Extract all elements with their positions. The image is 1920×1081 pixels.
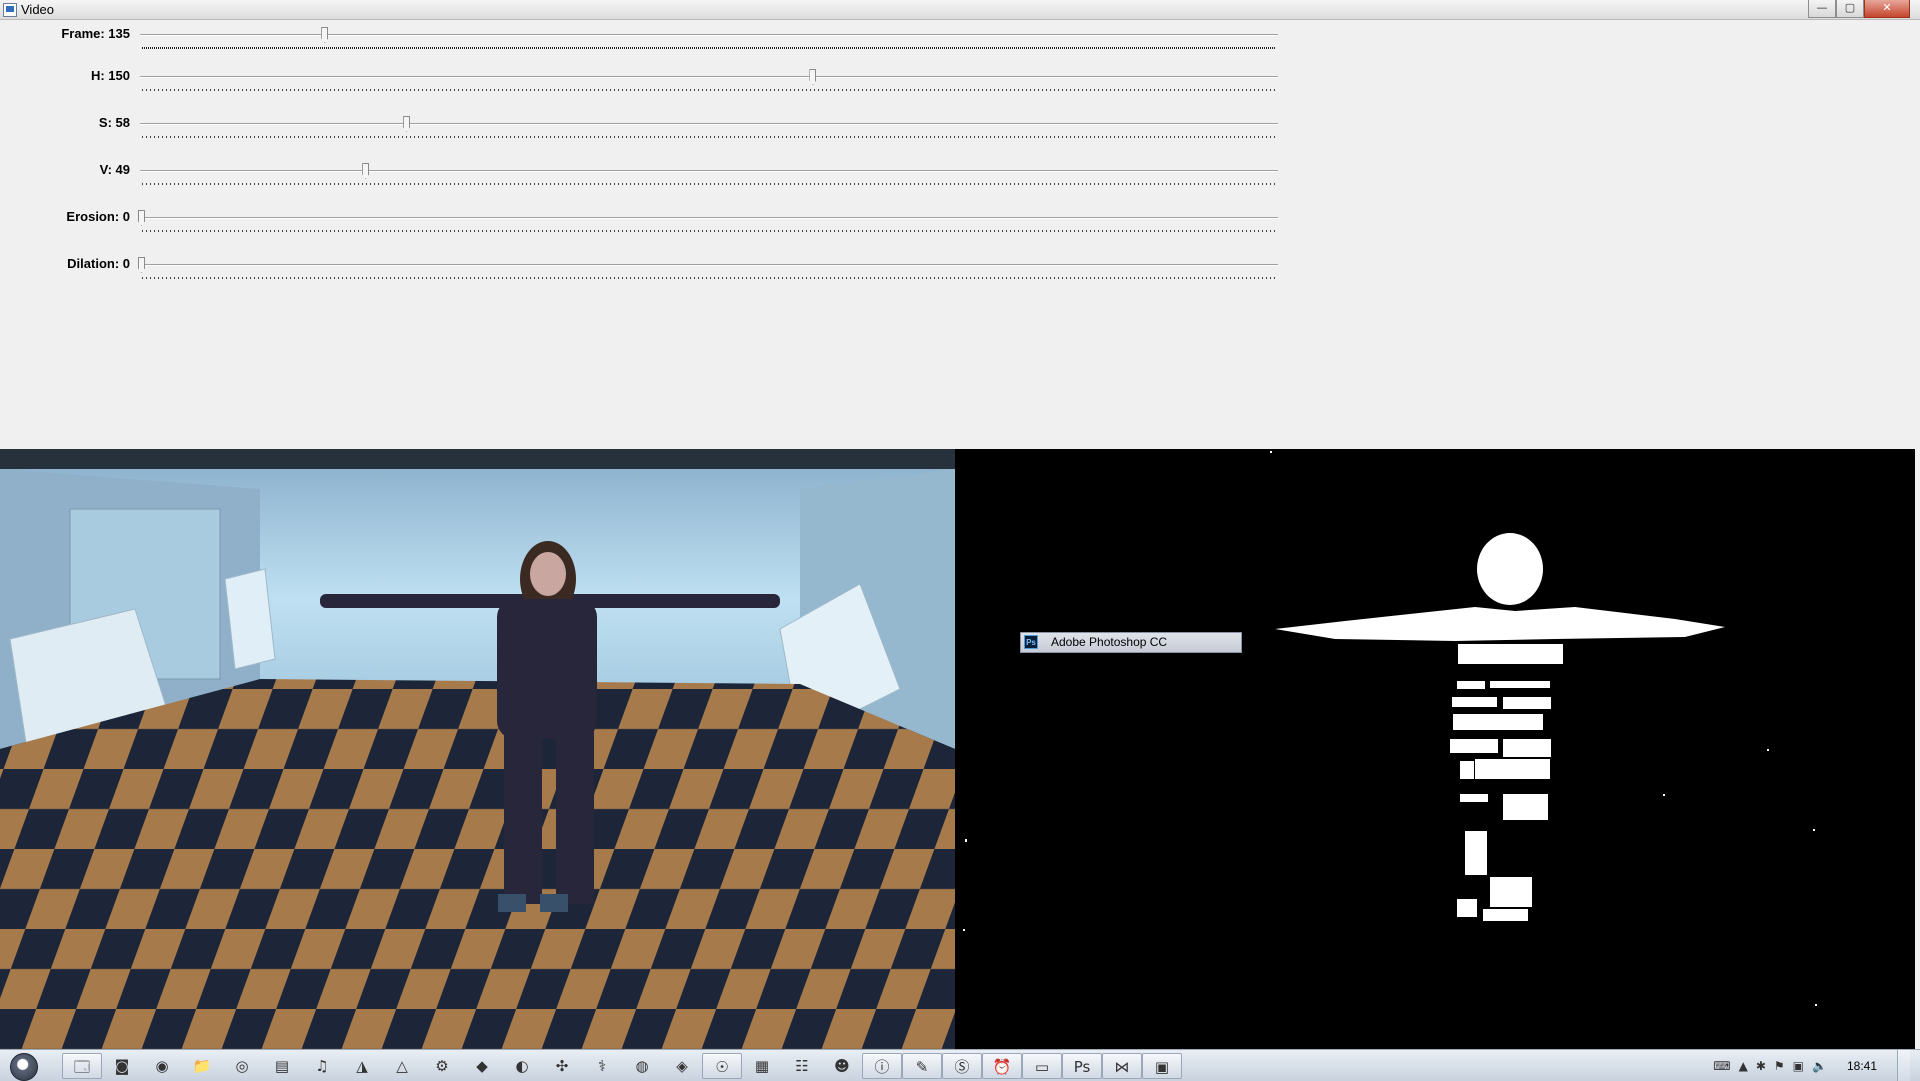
game-icon[interactable]: ☻ [822,1053,862,1079]
volume-icon[interactable]: 🔈 [1812,1059,1827,1073]
camera-frame-image [0,449,955,1049]
calculator-icon[interactable]: ▦ [742,1053,782,1079]
trackbar-ticks [142,136,1276,138]
outlook-icon[interactable]: ◙ [102,1053,142,1079]
visual-studio-icon[interactable]: ⋈ [1102,1053,1142,1079]
trackbar-label: S: 58 [98,115,130,130]
info-icon[interactable]: ⓘ [862,1053,902,1079]
trackbar-thumb[interactable] [138,257,145,273]
taskbar-pinned-apps: 🗔 ◙ ◉ 📁 ◎ ▤ ♫ ◮ △ ⚙ ◆ ◐ ✣ ⚕ ◍ ◈ ☉ ▦ ☷ ☻ … [62,1053,1182,1079]
vlc-icon[interactable]: △ [382,1053,422,1079]
steam-icon[interactable]: ☉ [702,1053,742,1079]
mask-drawing [955,449,1915,1049]
window-controls: — ▢ ✕ [1808,0,1910,18]
trackbar-s: S: 58 [0,115,1290,145]
minimize-button[interactable]: — [1808,0,1836,18]
trackbar-ticks [142,277,1276,279]
trackbar-dilation: Dilation: 0 [0,256,1290,286]
trackbar-erosion: Erosion: 0 [0,209,1290,239]
gamepad-icon[interactable]: ☷ [782,1053,822,1079]
threshold-mask-image [955,449,1915,1049]
puzzle-icon[interactable]: ✣ [542,1053,582,1079]
messenger-icon[interactable]: ◉ [142,1053,182,1079]
thumbnail-title: Adobe Photoshop CC [1051,635,1168,649]
window-edge [1915,449,1920,1049]
window-title: Video [21,2,55,17]
bluetooth-icon[interactable]: ✱ [1756,1059,1766,1073]
notepad-icon[interactable]: ▤ [262,1053,302,1079]
close-button[interactable]: ✕ [1864,0,1910,18]
trackbar-track[interactable] [138,257,1278,273]
paint-icon[interactable]: ✎ [902,1053,942,1079]
spotify-icon[interactable]: ♫ [302,1053,342,1079]
chrome-icon[interactable]: ◎ [222,1053,262,1079]
taskbar: 🗔 ◙ ◉ 📁 ◎ ▤ ♫ ◮ △ ⚙ ◆ ◐ ✣ ⚕ ◍ ◈ ☉ ▦ ☷ ☻ … [0,1049,1920,1081]
unity-icon[interactable]: ◈ [662,1053,702,1079]
trackbar-ticks [142,47,1276,49]
trackbar-thumb[interactable] [403,116,411,132]
clock[interactable]: 18:41 [1835,1059,1889,1073]
trackbar-frame: Frame: 135 [0,26,1290,56]
window-title-bar[interactable]: Video — ▢ ✕ [0,0,1920,20]
trackbar-label: V: 49 [99,162,130,177]
keyboard-icon[interactable]: ⌨ [1713,1059,1730,1073]
show-desktop-button[interactable] [1897,1050,1910,1081]
network-icon[interactable]: ▣ [1793,1059,1804,1073]
trackbar-label: Erosion: 0 [66,209,130,224]
trackbar-label: Dilation: 0 [67,256,130,271]
maximize-button[interactable]: ▢ [1836,0,1864,18]
trackbar-h: H: 150 [0,68,1290,98]
trackbar-ticks [142,89,1276,91]
trackbar-thumb[interactable] [362,163,370,179]
flag-icon[interactable]: ⚑ [1774,1059,1785,1073]
matlab-icon[interactable]: ◮ [342,1053,382,1079]
trackbar-track[interactable] [140,163,1278,179]
trackbar-v: V: 49 [0,162,1290,192]
trackbar-thumb[interactable] [138,210,145,226]
trackbar-track[interactable] [140,116,1278,132]
git-icon[interactable]: ◆ [462,1053,502,1079]
trackbar-track[interactable] [140,27,1278,43]
trackbar-track[interactable] [138,210,1278,226]
start-button[interactable] [10,1053,38,1081]
camera-frame-drawing [0,449,955,1049]
system-tray: ⌨ ▲ ✱ ⚑ ▣ 🔈 18:41 [1713,1050,1910,1081]
trackbar-label: Frame: 135 [61,26,130,41]
taskbar-thumbnail-label[interactable]: Ps Adobe Photoshop CC [1020,632,1242,653]
explorer-icon[interactable]: 🗔 [62,1053,102,1079]
globe-icon[interactable]: ◍ [622,1053,662,1079]
ubuntu-icon[interactable]: ◐ [502,1053,542,1079]
alarm-icon[interactable]: ⏰ [982,1053,1022,1079]
show-hidden-icons-icon[interactable]: ▲ [1739,1059,1748,1073]
skype-icon[interactable]: Ⓢ [942,1053,982,1079]
python-icon[interactable]: ⚕ [582,1053,622,1079]
app-window-icon [3,3,17,17]
trackbar-thumb[interactable] [321,27,329,43]
folder-icon[interactable]: 📁 [182,1053,222,1079]
window-icon[interactable]: ▭ [1022,1053,1062,1079]
trackbar-label: H: 150 [90,68,130,83]
photoshop-taskbar-icon[interactable]: Ps [1062,1053,1102,1079]
blender-icon[interactable]: ⚙ [422,1053,462,1079]
photoshop-icon: Ps [1024,635,1038,649]
trackbar-thumb[interactable] [809,69,817,85]
trackbar-track[interactable] [140,69,1278,85]
trackbar-ticks [142,183,1276,185]
video-window-icon[interactable]: ▣ [1142,1053,1182,1079]
trackbar-ticks [142,230,1276,232]
